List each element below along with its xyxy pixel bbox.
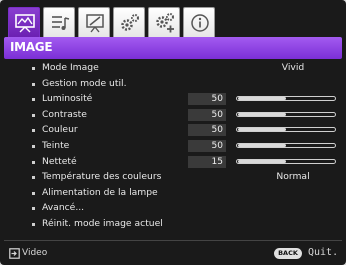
- audio-settings-icon: [52, 16, 70, 30]
- menu-item-contrast[interactable]: Contraste 50: [18, 108, 340, 124]
- menu-item-advanced[interactable]: Avancé...: [18, 201, 340, 217]
- menu-item-picture-mode[interactable]: Mode Image Vivid: [18, 61, 340, 77]
- tint-slider[interactable]: [236, 142, 336, 150]
- contrast-slider[interactable]: [236, 111, 336, 119]
- input-source-label: Video: [22, 248, 48, 258]
- back-button[interactable]: BACK: [274, 248, 302, 259]
- menu-item-label: Alimentation de la lampe: [42, 186, 158, 198]
- display-picture-icon: [15, 14, 35, 33]
- tab-display[interactable]: [8, 7, 40, 38]
- tab-install[interactable]: [78, 7, 110, 37]
- menu-item-number: 50: [188, 124, 226, 137]
- menu-item-number: 50: [188, 93, 226, 106]
- bullet-icon: [32, 207, 35, 211]
- menu-item-label: Contraste: [42, 108, 87, 120]
- footer-divider: [4, 240, 342, 241]
- menu-list: Mode Image Vivid Gestion mode util. Lumi…: [18, 61, 340, 233]
- menu-item-label: Mode Image: [42, 62, 99, 73]
- menu-item-label: Température des couleurs: [42, 171, 162, 183]
- menu-item-user-mode-management[interactable]: Gestion mode util.: [18, 77, 340, 93]
- bullet-icon: [32, 67, 35, 70]
- bullet-icon: [32, 191, 35, 195]
- bullet-icon: [32, 82, 35, 86]
- menu-item-color-temperature[interactable]: Température des couleurs Normal: [18, 170, 340, 186]
- menu-item-reset-picture-mode[interactable]: Réinit. mode image actuel: [18, 217, 340, 233]
- bullet-icon: [32, 98, 35, 102]
- menu-item-number: 15: [188, 155, 226, 168]
- footer-bar: Video BACK Quit.: [0, 246, 346, 262]
- menu-item-label: Luminosité: [42, 93, 93, 105]
- menu-item-number: 50: [188, 139, 226, 152]
- menu-item-label: Netteté: [42, 155, 77, 167]
- information-icon: [191, 14, 209, 32]
- bullet-icon: [32, 113, 35, 117]
- menu-item-brightness[interactable]: Luminosité 50: [18, 92, 340, 108]
- color-slider[interactable]: [236, 126, 336, 134]
- menu-item-label: Avancé...: [42, 202, 85, 214]
- menu-item-value: Vivid: [281, 62, 305, 73]
- sharpness-slider[interactable]: [236, 158, 336, 166]
- tab-advanced-setup[interactable]: [148, 7, 180, 37]
- menu-item-label: Couleur: [42, 124, 78, 136]
- bullet-icon: [32, 160, 35, 164]
- page-title: IMAGE: [10, 40, 53, 54]
- menu-item-tint[interactable]: Teinte 50: [18, 139, 340, 155]
- menu-item-lamp-power[interactable]: Alimentation de la lampe: [18, 186, 340, 202]
- tab-information[interactable]: [183, 7, 215, 37]
- osd-menu: IMAGE Mode Image Vivid Gestion mode util…: [0, 0, 346, 265]
- tab-audio[interactable]: [43, 7, 75, 37]
- menu-item-label: Teinte: [42, 139, 70, 151]
- menu-item-label: Réinit. mode image actuel: [42, 217, 163, 229]
- brightness-slider[interactable]: [236, 95, 336, 103]
- bullet-icon: [32, 222, 35, 226]
- input-source-icon: [9, 248, 20, 259]
- advanced-setup-icon: [156, 13, 174, 33]
- menu-item-label: Gestion mode util.: [42, 77, 127, 89]
- exit-label: Quit.: [308, 247, 339, 258]
- menu-item-sharpness[interactable]: Netteté 15: [18, 155, 340, 171]
- menu-item-number: 50: [188, 108, 226, 121]
- menu-item-color[interactable]: Couleur 50: [18, 123, 340, 139]
- tab-system-setup[interactable]: [113, 7, 145, 37]
- bullet-icon: [32, 176, 35, 180]
- bullet-icon: [32, 144, 35, 148]
- bullet-icon: [32, 129, 35, 133]
- menu-item-value: Normal: [276, 171, 310, 183]
- system-setup-icon: [121, 14, 139, 31]
- section-title-bar: IMAGE: [4, 37, 342, 59]
- install-icon: [86, 14, 104, 33]
